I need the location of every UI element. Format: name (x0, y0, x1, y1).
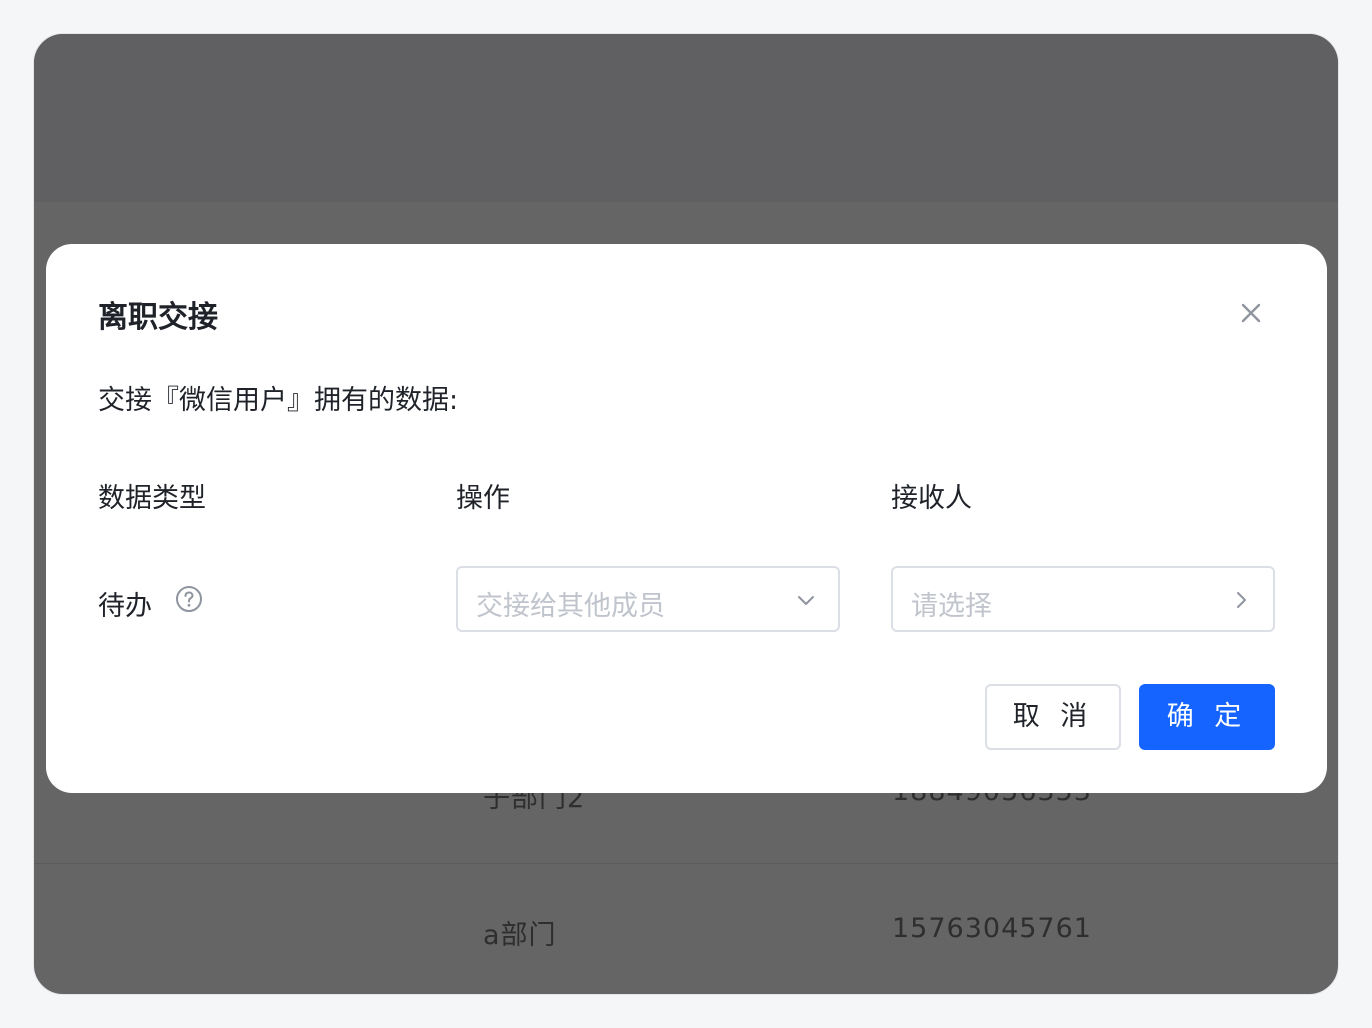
close-icon[interactable] (1236, 298, 1266, 328)
handover-dialog: 离职交接 交接『微信用户』拥有的数据: 数据类型 操作 接收人 待办 交接给其他… (46, 244, 1327, 793)
action-select-placeholder: 交接给其他成员 (476, 591, 665, 622)
chevron-down-icon (794, 588, 818, 612)
table-row: a部门 15763045761 (34, 865, 1338, 994)
question-circle-icon[interactable] (175, 585, 203, 613)
cancel-button[interactable]: 取 消 (985, 684, 1121, 750)
dept-cell: a部门 (483, 920, 557, 951)
dialog-title: 离职交接 (98, 300, 218, 335)
column-header-action: 操作 (456, 483, 510, 514)
dialog-subtitle: 交接『微信用户』拥有的数据: (98, 385, 459, 416)
phone-cell: 15763045761 (892, 913, 1092, 944)
handover-action-select[interactable]: 交接给其他成员 (456, 566, 840, 632)
column-header-receiver: 接收人 (891, 483, 972, 514)
column-header-type: 数据类型 (98, 483, 206, 514)
page-header-area (34, 34, 1338, 202)
receiver-select-placeholder: 请选择 (911, 591, 992, 622)
chevron-right-icon (1229, 588, 1253, 612)
receiver-select[interactable]: 请选择 (891, 566, 1275, 632)
confirm-button[interactable]: 确 定 (1139, 684, 1275, 750)
data-type-label: 待办 (98, 591, 152, 622)
